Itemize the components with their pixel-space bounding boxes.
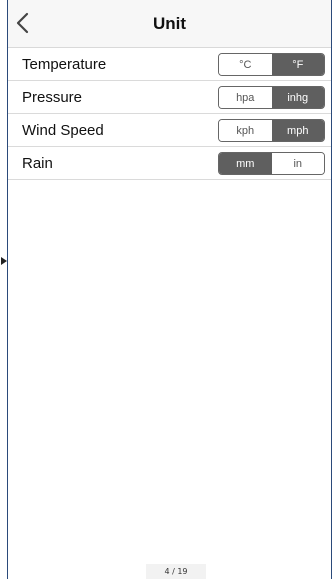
setting-label-wind-speed: Wind Speed [22, 122, 104, 139]
wind-speed-option-kph[interactable]: kph [219, 120, 272, 141]
temperature-unit-toggle: °C °F [218, 53, 325, 76]
setting-label-temperature: Temperature [22, 56, 107, 73]
setting-row-pressure: Pressure hpa inhg [8, 81, 331, 114]
setting-row-temperature: Temperature °C °F [8, 48, 331, 81]
page-title: Unit [152, 14, 187, 33]
pressure-option-inhg[interactable]: inhg [271, 87, 324, 108]
pressure-option-hpa[interactable]: hpa [219, 87, 272, 108]
rain-option-mm[interactable]: mm [219, 153, 272, 174]
pressure-unit-toggle: hpa inhg [218, 86, 325, 109]
rain-option-in[interactable]: in [271, 153, 324, 174]
rain-unit-toggle: mm in [218, 152, 325, 175]
temperature-option-fahrenheit[interactable]: °F [271, 54, 324, 75]
navigation-bar: Unit [8, 0, 331, 48]
app-frame: Unit Temperature °C °F Pressure hpa inhg… [7, 0, 332, 579]
unit-settings-list: Temperature °C °F Pressure hpa inhg Wind… [8, 48, 331, 180]
page-indicator: 4 / 19 [146, 564, 206, 579]
setting-row-rain: Rain mm in [8, 147, 331, 180]
wind-speed-unit-toggle: kph mph [218, 119, 325, 142]
temperature-option-celsius[interactable]: °C [219, 54, 272, 75]
setting-label-pressure: Pressure [22, 89, 83, 106]
setting-row-wind-speed: Wind Speed kph mph [8, 114, 331, 147]
setting-label-rain: Rain [22, 155, 53, 172]
wind-speed-option-mph[interactable]: mph [271, 120, 324, 141]
